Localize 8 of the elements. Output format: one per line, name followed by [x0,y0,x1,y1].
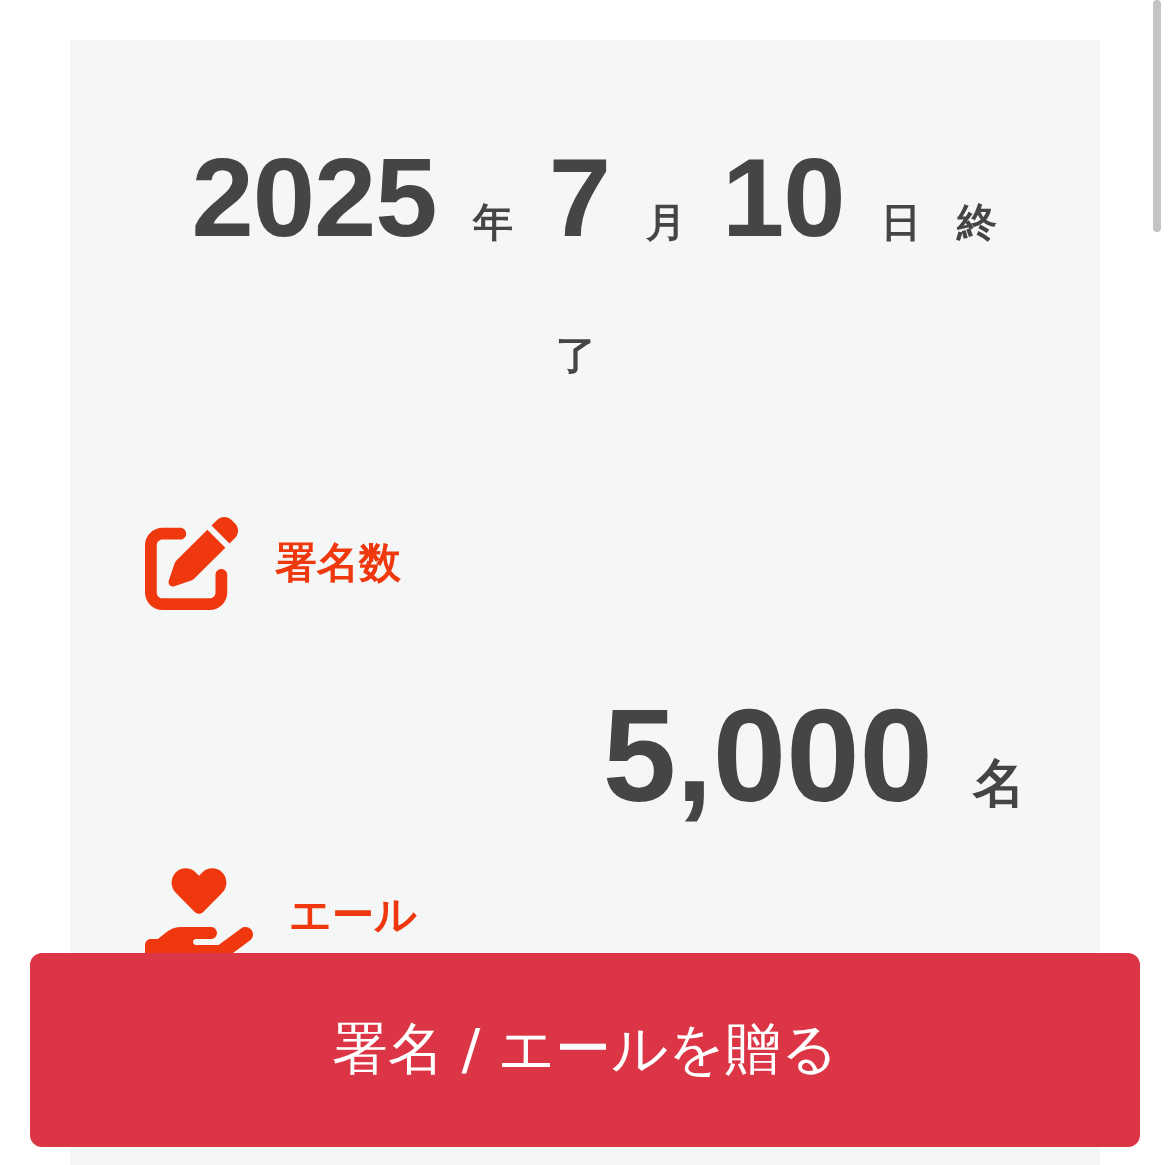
deadline-text: 2025 年 7 月 10 日 終了 [190,135,998,380]
signature-label: 署名数 [275,537,401,589]
scrollbar[interactable] [1153,0,1161,232]
signature-count: 5,000 [602,681,933,831]
cheer-label: エール [289,889,417,941]
signature-unit: 名 [973,752,1025,815]
sign-cheer-button[interactable]: 署名 / エールを贈る [30,953,1140,1147]
edit-icon [145,516,239,610]
